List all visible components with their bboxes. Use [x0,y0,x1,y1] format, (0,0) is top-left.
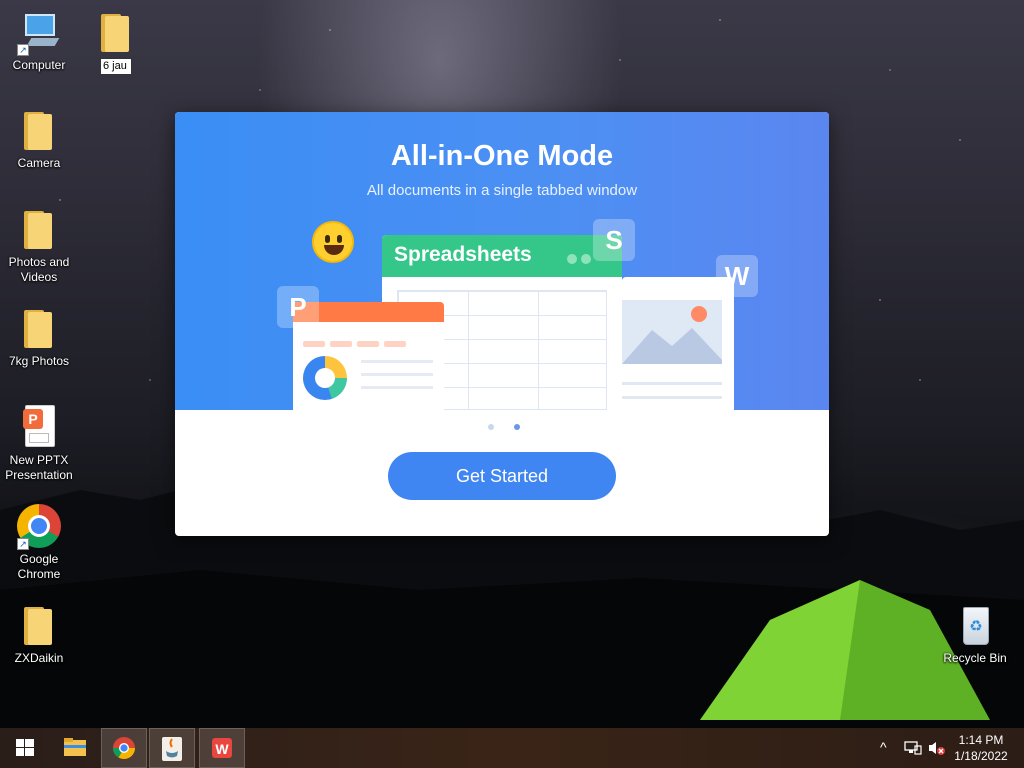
desktop-icon-label: Google Chrome [17,552,61,581]
desktop-icon-label: New PPTX Presentation [5,453,73,482]
writer-app-icon: W [716,255,758,297]
text-line [361,386,433,389]
text-line [361,373,433,376]
spreadsheet-preview-label: Spreadsheets [394,243,532,266]
donut-chart-icon [303,356,347,400]
system-tray: ^ [878,728,948,768]
wps-icon: W [212,738,232,758]
presentation-preview-tabs [303,334,411,352]
desktop-icon-google-chrome[interactable]: ↗ Google Chrome [1,502,77,582]
recycle-bin-icon: ♻ [951,601,999,649]
windows-logo-icon [16,739,34,756]
desktop-icon-camera[interactable]: Camera [1,106,77,171]
taskbar-file-explorer[interactable] [52,728,98,768]
text-line [622,382,722,385]
folder-icon [64,738,86,756]
network-icon[interactable] [904,740,922,756]
text-line [361,360,433,363]
shortcut-arrow-icon: ↗ [17,44,29,56]
smiley-icon [312,221,354,263]
all-in-one-mode-dialog: All-in-One Mode All documents in a singl… [175,112,829,536]
pptx-file-icon: P [15,403,63,451]
chrome-icon [113,737,135,759]
carousel-pager [488,417,536,435]
chrome-icon: ↗ [15,502,63,550]
taskbar-chrome[interactable] [101,728,147,768]
folder-icon [15,601,63,649]
clock-date: 1/18/2022 [954,749,1008,763]
desktop-icon-label: Computer [12,58,66,72]
desktop-icon-label: Recycle Bin [943,651,1007,665]
computer-icon: ↗ [15,8,63,56]
text-line [622,396,722,399]
taskbar-wps-office[interactable]: W [199,728,245,768]
desktop-icon-photos-and-videos[interactable]: Photos and Videos [1,205,77,285]
desktop-icon-label: 7kg Photos [8,354,70,368]
folder-icon [15,205,63,253]
spreadsheet-app-icon: S [593,219,635,261]
show-hidden-icons-chevron-icon[interactable]: ^ [880,739,887,755]
image-placeholder-icon [622,300,722,364]
pager-dot[interactable] [488,424,494,430]
java-icon [162,737,182,761]
desktop-icon-computer[interactable]: ↗ Computer [1,8,77,73]
spreadsheet-preview-dots [567,251,595,269]
image-sun-icon [691,306,707,322]
rename-input[interactable]: 6 jau [100,58,132,75]
folder-icon [15,106,63,154]
clock-time: 1:14 PM [958,733,1004,747]
desktop-icon-label: Photos and Videos [8,255,70,284]
get-started-button[interactable]: Get Started [388,452,616,500]
desktop-icon-7kg-photos[interactable]: 7kg Photos [1,304,77,369]
presentation-app-icon: P [277,286,319,328]
start-button[interactable] [2,728,48,768]
desktop-icon-recycle-bin[interactable]: ♻ Recycle Bin [937,601,1013,666]
dialog-subtitle: All documents in a single tabbed window [366,182,638,199]
desktop-icon-label: ZXDaikin [14,651,64,665]
pager-dot-active[interactable] [514,424,521,430]
folder-icon [15,304,63,352]
desktop-icon-folder-renaming[interactable]: 6 jau [78,8,154,75]
taskbar: W ^ 1:14 PM 1/18/2022 [0,728,1024,768]
volume-muted-icon[interactable] [928,740,946,756]
desktop-icon-label: Camera [17,156,61,170]
taskbar-clock[interactable]: 1:14 PM 1/18/2022 [946,732,1016,764]
desktop-icon-new-pptx[interactable]: P New PPTX Presentation [1,403,77,483]
dialog-title: All-in-One Mode [390,140,614,172]
shortcut-arrow-icon: ↗ [17,538,29,550]
taskbar-java[interactable] [149,728,195,768]
folder-icon [92,8,140,56]
desktop-icon-zxdaikin[interactable]: ZXDaikin [1,601,77,666]
svg-text:W: W [215,741,229,757]
